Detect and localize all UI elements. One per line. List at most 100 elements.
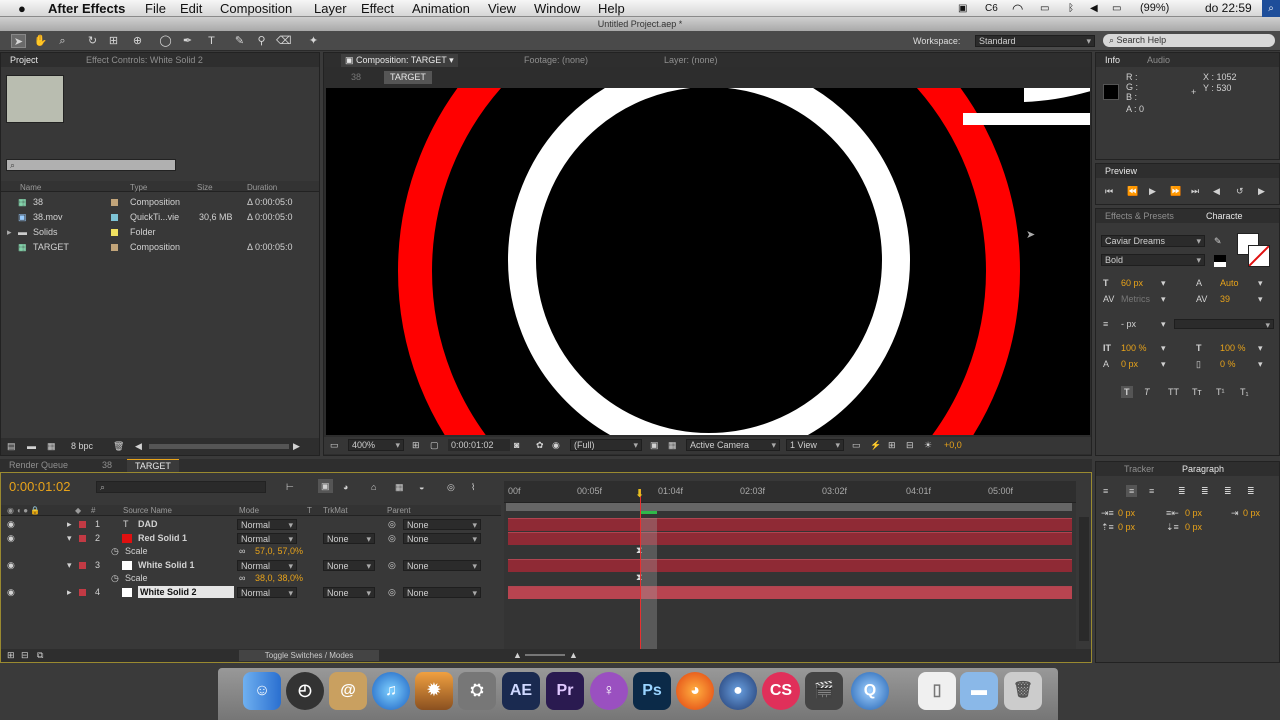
indent-first-value[interactable]: 0 px	[1243, 507, 1260, 519]
tab-effect-controls[interactable]: Effect Controls: White Solid 2	[86, 54, 203, 67]
prev-frame-icon[interactable]: ⏪	[1127, 185, 1138, 197]
draft-3d-icon[interactable]: ◕	[343, 481, 348, 493]
stopwatch-icon[interactable]: ◷	[111, 545, 119, 557]
stroke-width-value[interactable]: - px	[1121, 318, 1136, 330]
table-row[interactable]: ◷ Scale ∞ 38,0, 38,0%	[5, 572, 499, 585]
tab-footage[interactable]: Footage: (none)	[524, 54, 588, 67]
scroll-left-icon[interactable]: ◀	[135, 440, 142, 452]
horizontal-scrollbar[interactable]	[149, 444, 289, 449]
dashboard-icon[interactable]: ◴	[286, 672, 324, 710]
bluetooth-icon[interactable]: ᛒ	[1068, 0, 1074, 17]
font-size-value[interactable]: 60 px	[1121, 277, 1143, 289]
zoom-dropdown[interactable]: 400%	[348, 439, 404, 451]
parent-pickwhip-icon[interactable]: ◎	[388, 532, 396, 544]
list-item[interactable]: ▦ TARGET Composition Δ 0:00:05:0	[1, 241, 319, 254]
tab-layer[interactable]: Layer: (none)	[664, 54, 718, 67]
col-trkmat[interactable]: TrkMat	[323, 506, 348, 515]
transparency-icon[interactable]: ▦	[668, 439, 677, 451]
shy-icon[interactable]: ⌂	[371, 481, 376, 493]
color-channel-icon[interactable]: ◉	[552, 439, 560, 451]
col-duration[interactable]: Duration	[247, 183, 277, 192]
wifi-icon[interactable]: ◠	[1012, 0, 1023, 17]
loop-icon[interactable]: ↺	[1236, 185, 1244, 197]
last-frame-icon[interactable]: ⏭	[1191, 185, 1199, 197]
kerning-value[interactable]: Metrics	[1121, 293, 1150, 305]
time-ruler[interactable]: 00f 00:05f 01:04f 02:03f 03:02f 04:01f 0…	[504, 481, 1076, 503]
vertical-scale-value[interactable]: 100 %	[1121, 342, 1147, 354]
align-left-icon[interactable]: ≡	[1103, 485, 1108, 497]
menu-help[interactable]: Help	[598, 0, 625, 17]
expand-triangle-icon[interactable]: ▾	[67, 532, 72, 544]
tab-tracker[interactable]: Tracker	[1124, 463, 1154, 476]
list-item[interactable]: ▸ ▬ Solids Folder	[1, 226, 319, 239]
layer-bar[interactable]	[508, 559, 1072, 572]
premiere-icon[interactable]: Pr	[546, 672, 584, 710]
layer-bar[interactable]	[508, 586, 1072, 599]
ram-preview-icon[interactable]: ▶	[1258, 185, 1265, 197]
parent-dropdown[interactable]: None	[403, 533, 481, 544]
always-preview-icon[interactable]: ▭	[330, 439, 339, 451]
cti-head-icon[interactable]: ⬇	[635, 487, 644, 500]
interpret-footage-icon[interactable]: ▤	[7, 440, 16, 452]
mode-dropdown[interactable]: Normal	[237, 533, 297, 544]
frame-blend-icon[interactable]: ▦	[395, 481, 404, 493]
next-frame-icon[interactable]: ⏩	[1170, 185, 1181, 197]
exposure-icon[interactable]: ☀	[924, 439, 932, 451]
tsume-dropdown-icon[interactable]: ▾	[1258, 358, 1263, 370]
mode-dropdown[interactable]: Normal	[237, 519, 297, 530]
photos-icon[interactable]: ✹	[415, 672, 453, 710]
mask-tool-icon[interactable]: ◯	[158, 34, 173, 48]
tab-38[interactable]: 38	[102, 459, 112, 472]
mode-dropdown[interactable]: Normal	[237, 560, 297, 571]
baseline-dropdown-icon[interactable]: ▾	[1161, 358, 1166, 370]
after-effects-icon[interactable]: AE	[502, 672, 540, 710]
parent-dropdown[interactable]: None	[403, 587, 481, 598]
battery-icon[interactable]: ▭	[1112, 0, 1121, 17]
all-caps-icon[interactable]: TT	[1168, 386, 1179, 398]
app-menu[interactable]: After Effects	[48, 0, 125, 17]
region-icon[interactable]: ▢	[430, 439, 439, 451]
trkmat-dropdown[interactable]: None	[323, 587, 375, 598]
tab-character[interactable]: Characte	[1206, 210, 1243, 223]
grid-icon[interactable]: ⊞	[412, 439, 420, 451]
trash-icon[interactable]: 🗑	[113, 440, 124, 452]
table-row[interactable]: ◉ ▾ 3 White Solid 1 Normal None ◎ None	[5, 559, 499, 572]
search-help-field[interactable]: ⌕ Search Help	[1103, 34, 1275, 47]
menu-effect[interactable]: Effect	[361, 0, 394, 17]
pan-behind-tool-icon[interactable]: ⊕	[130, 34, 145, 48]
creative-suite-icon[interactable]: CS	[762, 672, 800, 710]
stroke-width-dropdown-icon[interactable]: ▾	[1161, 318, 1166, 330]
zoom-out-mountain-icon[interactable]: ▲	[513, 649, 522, 661]
stroke-style-dropdown[interactable]	[1174, 319, 1274, 329]
camera-status-icon[interactable]: ▣	[958, 0, 967, 17]
pen-tool-icon[interactable]: ✒	[180, 34, 195, 48]
tab-project[interactable]: Project	[10, 54, 38, 67]
hand-tool-icon[interactable]: ✋	[33, 34, 48, 48]
snapshot-icon[interactable]: ◙	[514, 439, 519, 451]
constrain-link-icon[interactable]: ∞	[239, 572, 245, 584]
parent-pickwhip-icon[interactable]: ◎	[388, 586, 396, 598]
cs-badge[interactable]: C6	[985, 0, 998, 17]
eyedropper-icon[interactable]: ✎	[1214, 235, 1222, 247]
kerning-dropdown-icon[interactable]: ▾	[1161, 293, 1166, 305]
table-row[interactable]: ◉ ▸ 4 White Solid 2 Normal None ◎ None	[5, 586, 499, 599]
menu-edit[interactable]: Edit	[180, 0, 202, 17]
finder-icon[interactable]: ☺	[243, 672, 281, 710]
horizontal-scale-dropdown-icon[interactable]: ▾	[1258, 342, 1263, 354]
brainstorm-icon[interactable]: ◎	[447, 481, 455, 493]
col-size[interactable]: Size	[197, 183, 213, 192]
expand-triangle-icon[interactable]: ▸	[67, 586, 72, 598]
property-value[interactable]: 38,0, 38,0%	[255, 572, 303, 584]
current-time-field[interactable]: 0:00:01:02	[448, 439, 510, 451]
visibility-eye-icon[interactable]: ◉	[7, 532, 15, 544]
col-mode[interactable]: Mode	[239, 506, 259, 515]
col-name[interactable]: Name	[20, 183, 41, 192]
tab-effects-presets[interactable]: Effects & Presets	[1105, 210, 1174, 223]
expand-transfer-icon[interactable]: ⧉	[37, 649, 43, 661]
clock[interactable]: do 22:59	[1205, 0, 1252, 17]
motion-blur-icon[interactable]: ◒	[419, 481, 424, 493]
film-icon[interactable]: ⛭	[458, 672, 496, 710]
zoom-in-mountain-icon[interactable]: ▲	[569, 649, 578, 661]
menu-file[interactable]: File	[145, 0, 166, 17]
align-center-icon[interactable]: ≡	[1126, 485, 1138, 497]
